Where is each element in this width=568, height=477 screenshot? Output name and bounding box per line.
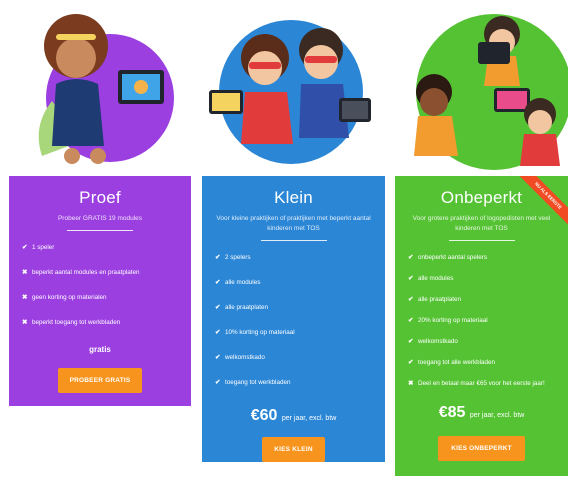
feature-text: beperkt aantal modules en praatplaten xyxy=(32,269,140,276)
check-icon: ✔ xyxy=(215,279,221,286)
feature-item: ✔ 2 spelers xyxy=(215,253,385,278)
feature-text: alle praatplaten xyxy=(225,304,269,311)
cross-icon: ✖ xyxy=(22,294,28,301)
check-icon: ✔ xyxy=(408,275,414,282)
divider xyxy=(448,240,515,241)
check-icon: ✔ xyxy=(408,338,414,345)
price-amount: €60 xyxy=(250,407,278,424)
plan-card-onbeperkt: NU ALS EERSTE Onbeperkt Voor grotere pra… xyxy=(395,176,568,476)
feature-text: alle modules xyxy=(225,279,261,286)
cross-icon: ✖ xyxy=(22,269,28,276)
feature-text: onbeperkt aantal spelers xyxy=(418,254,487,261)
price-amount: €85 xyxy=(438,404,466,421)
girl-superhero-illustration-icon xyxy=(38,14,174,164)
feature-text: alle praatplaten xyxy=(418,296,462,303)
plan-subtitle: Voor kleine praktijken of praktijken met… xyxy=(216,215,371,232)
kies-onbeperkt-button[interactable]: KIES ONBEPERKT xyxy=(438,436,525,461)
feature-item: ✔ alle praatplaten xyxy=(408,295,568,316)
price-suffix: per jaar, excl. btw xyxy=(469,412,525,419)
check-icon: ✔ xyxy=(408,359,414,366)
divider xyxy=(67,230,133,231)
feature-item: ✖ beperkt toegang tot werkbladen xyxy=(22,318,191,343)
price-suffix: per jaar, excl. btw xyxy=(281,415,337,422)
cross-icon: ✖ xyxy=(408,380,414,387)
feature-item: ✔ toegang tot werkbladen xyxy=(215,378,385,403)
feature-text: toegang tot alle werkbladen xyxy=(418,359,496,366)
kies-klein-button[interactable]: KIES KLEIN xyxy=(262,437,325,462)
feature-text: alle modules xyxy=(418,275,454,282)
feature-text: 2 spelers xyxy=(225,254,251,261)
price: €60 per jaar, excl. btw xyxy=(202,407,385,425)
divider xyxy=(260,240,327,241)
feature-item: ✔ onbeperkt aantal spelers xyxy=(408,253,568,274)
feature-item: ✔ alle modules xyxy=(408,274,568,295)
feature-item: ✔ alle modules xyxy=(215,278,385,303)
kids-high-five-illustration-icon xyxy=(209,20,371,164)
feature-text: welkomstkado xyxy=(418,338,458,345)
check-icon: ✔ xyxy=(215,379,221,386)
feature-list: ✔ onbeperkt aantal spelers ✔ alle modules … xyxy=(395,253,568,400)
check-icon: ✔ xyxy=(408,254,414,261)
probeer-gratis-button[interactable]: PROBEER GRATIS xyxy=(57,368,143,393)
check-icon: ✔ xyxy=(215,329,221,336)
plan-title: Klein xyxy=(274,188,313,207)
price-label: gratis xyxy=(89,345,111,354)
feature-item: ✔ toegang tot alle werkbladen xyxy=(408,358,568,379)
feature-text: toegang tot werkbladen xyxy=(225,379,291,386)
feature-text: Deel en betaal maar €65 voor het eerste … xyxy=(418,380,545,387)
feature-list: ✔ 1 speler ✖ beperkt aantal modules en pra… xyxy=(9,243,191,343)
plan-subtitle: Voor grotere praktijken of logopedisten … xyxy=(412,215,551,232)
plan-title: Proef xyxy=(79,188,121,207)
feature-item: ✖ Deel en betaal maar €65 voor het eerste… xyxy=(408,379,568,400)
feature-text: beperkt toegang tot werkbladen xyxy=(32,319,121,326)
feature-item: ✖ beperkt aantal modules en praatplaten xyxy=(22,268,191,293)
feature-text: 1 speler xyxy=(32,244,55,251)
feature-list: ✔ 2 spelers ✔ alle modules ✔ alle praatplat… xyxy=(202,253,385,403)
feature-text: 20% korting op materiaal xyxy=(418,317,488,324)
feature-item: ✔ alle praatplaten xyxy=(215,303,385,328)
cross-icon: ✖ xyxy=(22,319,28,326)
feature-item: ✖ geen korting op materialen xyxy=(22,293,191,318)
check-icon: ✔ xyxy=(215,254,221,261)
price: €85 per jaar, excl. btw xyxy=(395,404,568,422)
group-kids-illustration-icon xyxy=(414,14,568,170)
check-icon: ✔ xyxy=(215,354,221,361)
plan-subtitle: Probeer GRATIS 19 modules xyxy=(57,215,143,222)
plan-card-proef: Proef Probeer GRATIS 19 modules ✔ 1 spele… xyxy=(9,176,191,406)
feature-text: 10% korting op materiaal xyxy=(225,329,295,336)
check-icon: ✔ xyxy=(408,296,414,303)
feature-item: ✔ welkomstkado xyxy=(215,353,385,378)
feature-item: ✔ 10% korting op materiaal xyxy=(215,328,385,353)
feature-item: ✔ 1 speler xyxy=(22,243,191,268)
check-icon: ✔ xyxy=(215,304,221,311)
feature-text: geen korting op materialen xyxy=(32,294,107,301)
feature-item: ✔ welkomstkado xyxy=(408,337,568,358)
plan-card-klein: Klein Voor kleine praktijken of praktijk… xyxy=(202,176,385,462)
check-icon: ✔ xyxy=(408,317,414,324)
check-icon: ✔ xyxy=(22,244,28,251)
feature-item: ✔ 20% korting op materiaal xyxy=(408,316,568,337)
feature-text: welkomstkado xyxy=(225,354,265,361)
